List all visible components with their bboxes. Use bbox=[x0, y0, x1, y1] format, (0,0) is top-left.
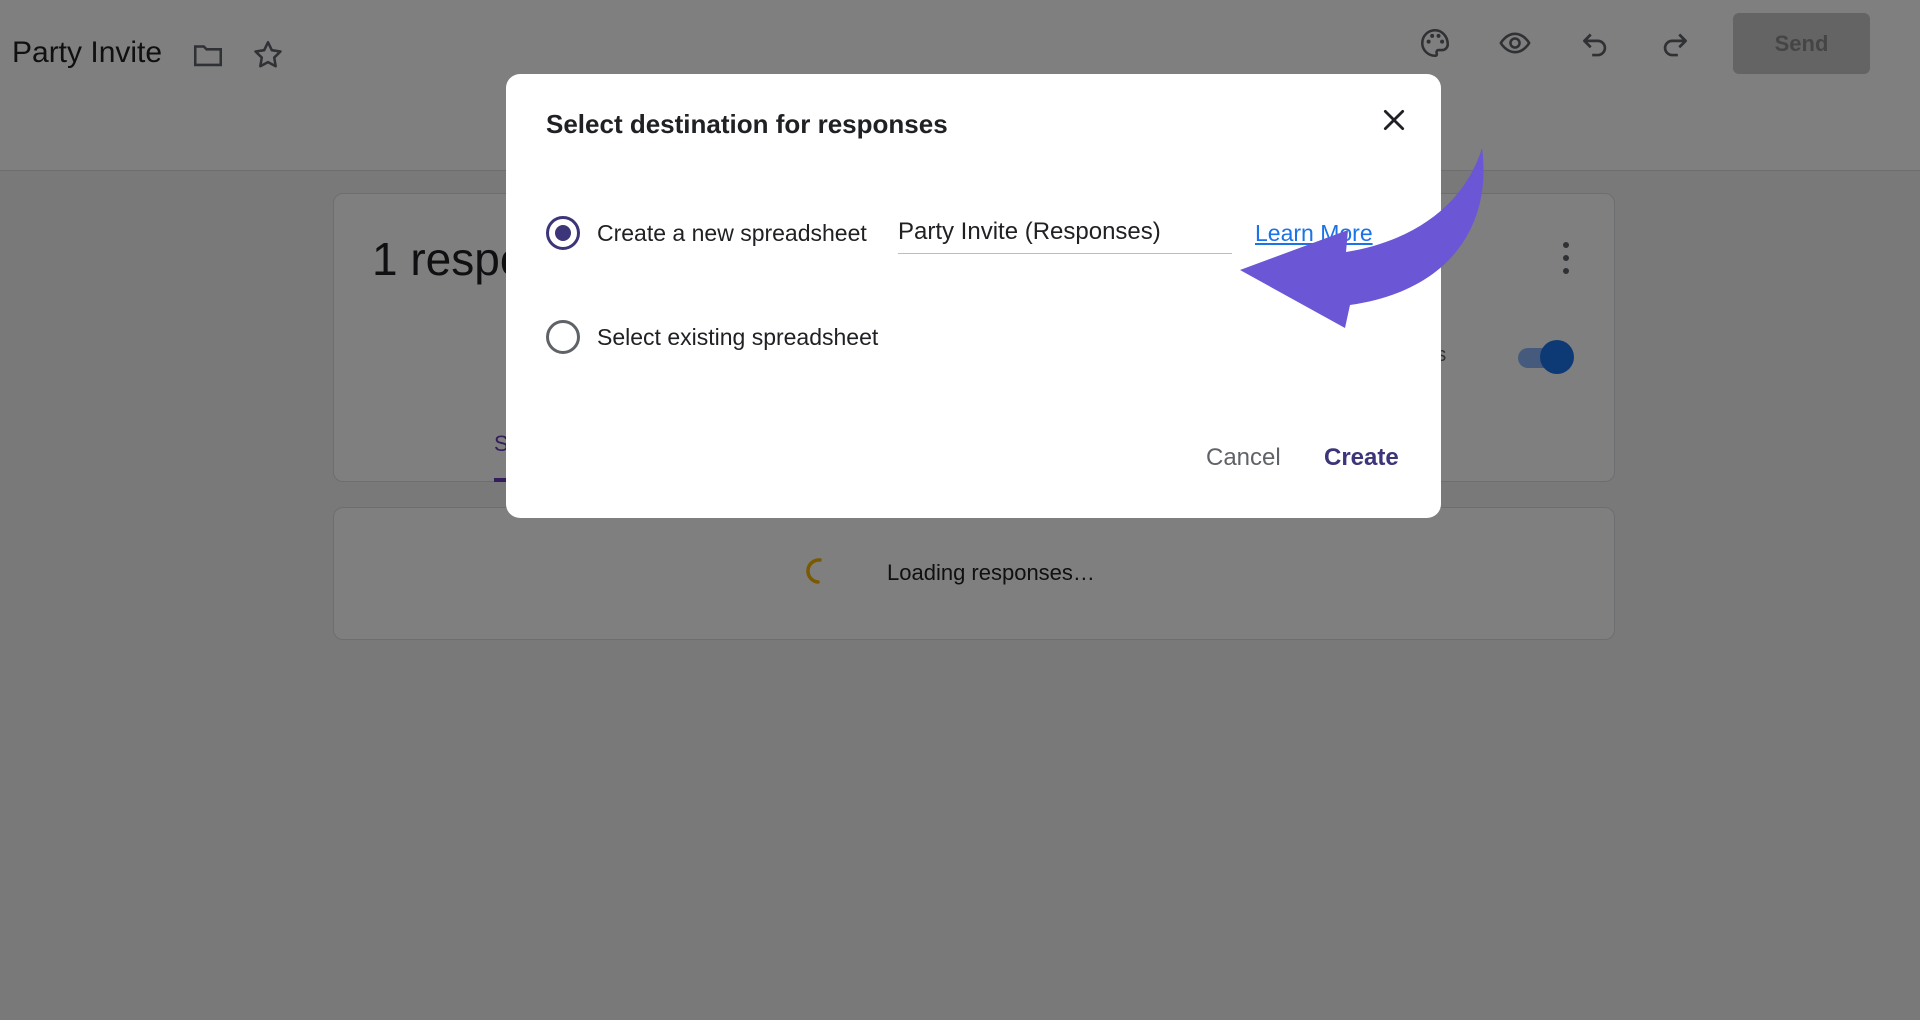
radio-new-spreadsheet[interactable] bbox=[546, 216, 580, 250]
spreadsheet-name-input[interactable] bbox=[898, 210, 1232, 254]
option-existing-spreadsheet[interactable]: Select existing spreadsheet bbox=[546, 320, 878, 354]
close-icon[interactable] bbox=[1374, 100, 1414, 140]
cancel-button[interactable]: Cancel bbox=[1206, 444, 1281, 472]
option-new-spreadsheet[interactable]: Create a new spreadsheet bbox=[546, 216, 867, 250]
radio-existing-spreadsheet[interactable] bbox=[546, 320, 580, 354]
annotation-arrow bbox=[1240, 148, 1484, 328]
option-existing-label: Select existing spreadsheet bbox=[597, 323, 879, 350]
create-button[interactable]: Create bbox=[1324, 444, 1399, 472]
option-new-label: Create a new spreadsheet bbox=[597, 219, 867, 246]
dialog-title: Select destination for responses bbox=[546, 109, 948, 139]
